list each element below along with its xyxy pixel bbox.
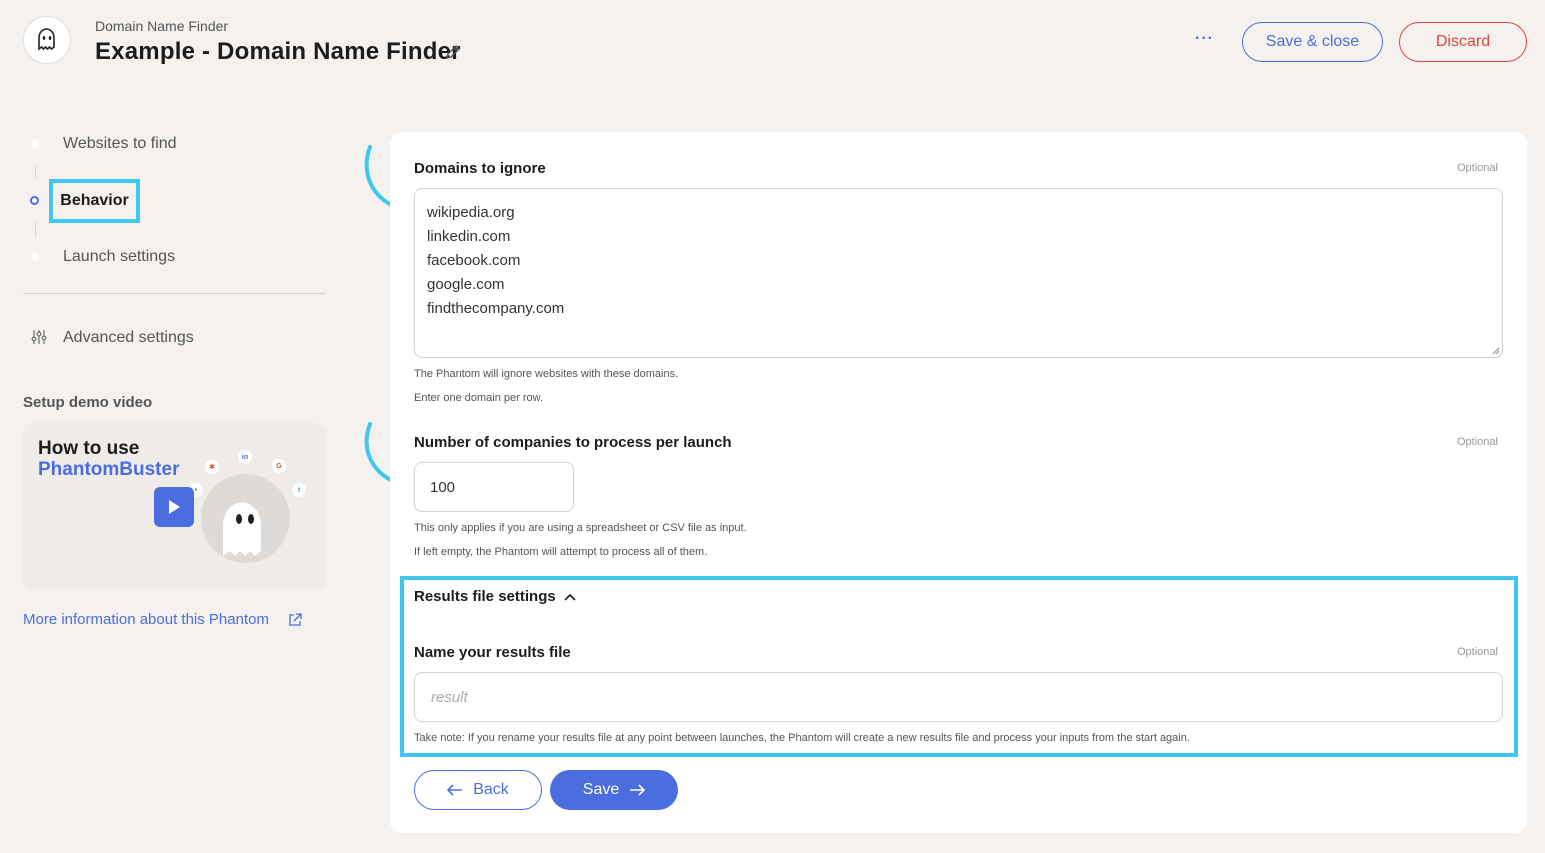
domain-line: facebook.com (427, 252, 521, 269)
twitter-badge-icon: t (292, 483, 306, 497)
sidebar-step-behavior[interactable]: Behavior (49, 179, 140, 223)
sidebar-step-websites[interactable]: Websites to find (63, 135, 177, 153)
domains-label: Domains to ignore (414, 160, 546, 177)
domains-help-text: Enter one domain per row. (414, 392, 544, 404)
companies-help-text: This only applies if you are using a spr… (414, 522, 747, 534)
optional-tag: Optional (1457, 162, 1498, 174)
sidebar-step-launch-settings[interactable]: Launch settings (63, 248, 175, 266)
ghost-icon (223, 502, 261, 556)
discard-button[interactable]: Discard (1399, 22, 1527, 62)
save-button[interactable]: Save (550, 770, 678, 810)
results-name-label: Name your results file (414, 644, 571, 661)
phantom-logo (23, 16, 71, 64)
step-connector (35, 222, 36, 236)
ghost-illustration (201, 474, 290, 563)
google-badge-icon: G (272, 459, 286, 473)
arrow-left-icon (447, 784, 463, 796)
linkedin-badge-icon: in (238, 450, 252, 464)
demo-video-heading: Setup demo video (23, 394, 153, 411)
advanced-settings-link[interactable]: Advanced settings (63, 329, 194, 347)
step-dot-launch (31, 253, 39, 261)
domains-textarea[interactable]: wikipedia.org linkedin.com facebook.com … (414, 188, 1503, 358)
companies-label: Number of companies to process per launc… (414, 434, 732, 451)
results-settings-label: Results file settings (414, 588, 556, 605)
domain-line: wikipedia.org (427, 204, 515, 221)
step-dot-websites (31, 140, 39, 148)
play-icon (169, 500, 180, 514)
demo-video-card[interactable]: How to use PhantomBuster ✱ in G t • (23, 423, 326, 591)
app-badge-icon: ✱ (205, 460, 219, 474)
more-options-button[interactable]: ··· (1195, 30, 1214, 48)
external-link-icon[interactable] (288, 613, 302, 627)
optional-tag: Optional (1457, 436, 1498, 448)
results-filename-placeholder: result (431, 688, 468, 706)
ghost-icon (38, 28, 55, 51)
save-close-button[interactable]: Save & close (1242, 22, 1383, 62)
phantom-type-label: Domain Name Finder (95, 18, 229, 34)
back-button[interactable]: Back (414, 770, 542, 810)
optional-tag: Optional (1457, 646, 1498, 658)
domain-line: google.com (427, 276, 505, 293)
companies-value: 100 (430, 478, 456, 496)
results-filename-input[interactable]: result (414, 672, 1503, 722)
step-dot-behavior (30, 196, 39, 205)
companies-per-launch-input[interactable]: 100 (414, 462, 574, 512)
pencil-icon[interactable] (444, 43, 462, 61)
companies-help-text: If left empty, the Phantom will attempt … (414, 546, 708, 558)
sidebar-divider (23, 293, 326, 294)
save-button-label: Save (582, 781, 620, 798)
chevron-up-icon (564, 593, 576, 601)
more-info-link[interactable]: More information about this Phantom (23, 611, 269, 628)
results-settings-toggle[interactable]: Results file settings (414, 588, 576, 605)
domain-line: findthecompany.com (427, 300, 565, 317)
page-title: Example - Domain Name Finder (95, 38, 461, 65)
arrow-right-icon (630, 784, 646, 796)
back-button-label: Back (473, 781, 509, 798)
play-button[interactable] (154, 487, 194, 527)
step-connector (35, 165, 36, 179)
sidebar-step-behavior-label: Behavior (60, 192, 129, 209)
video-title-line1: How to use (38, 438, 140, 459)
results-note-text: Take note: If you rename your results fi… (414, 732, 1190, 744)
video-title-line2: PhantomBuster (38, 459, 180, 480)
domains-help-text: The Phantom will ignore websites with th… (414, 368, 679, 380)
resize-handle-icon[interactable] (1492, 347, 1500, 355)
sliders-icon (31, 330, 47, 344)
domain-line: linkedin.com (427, 228, 511, 245)
